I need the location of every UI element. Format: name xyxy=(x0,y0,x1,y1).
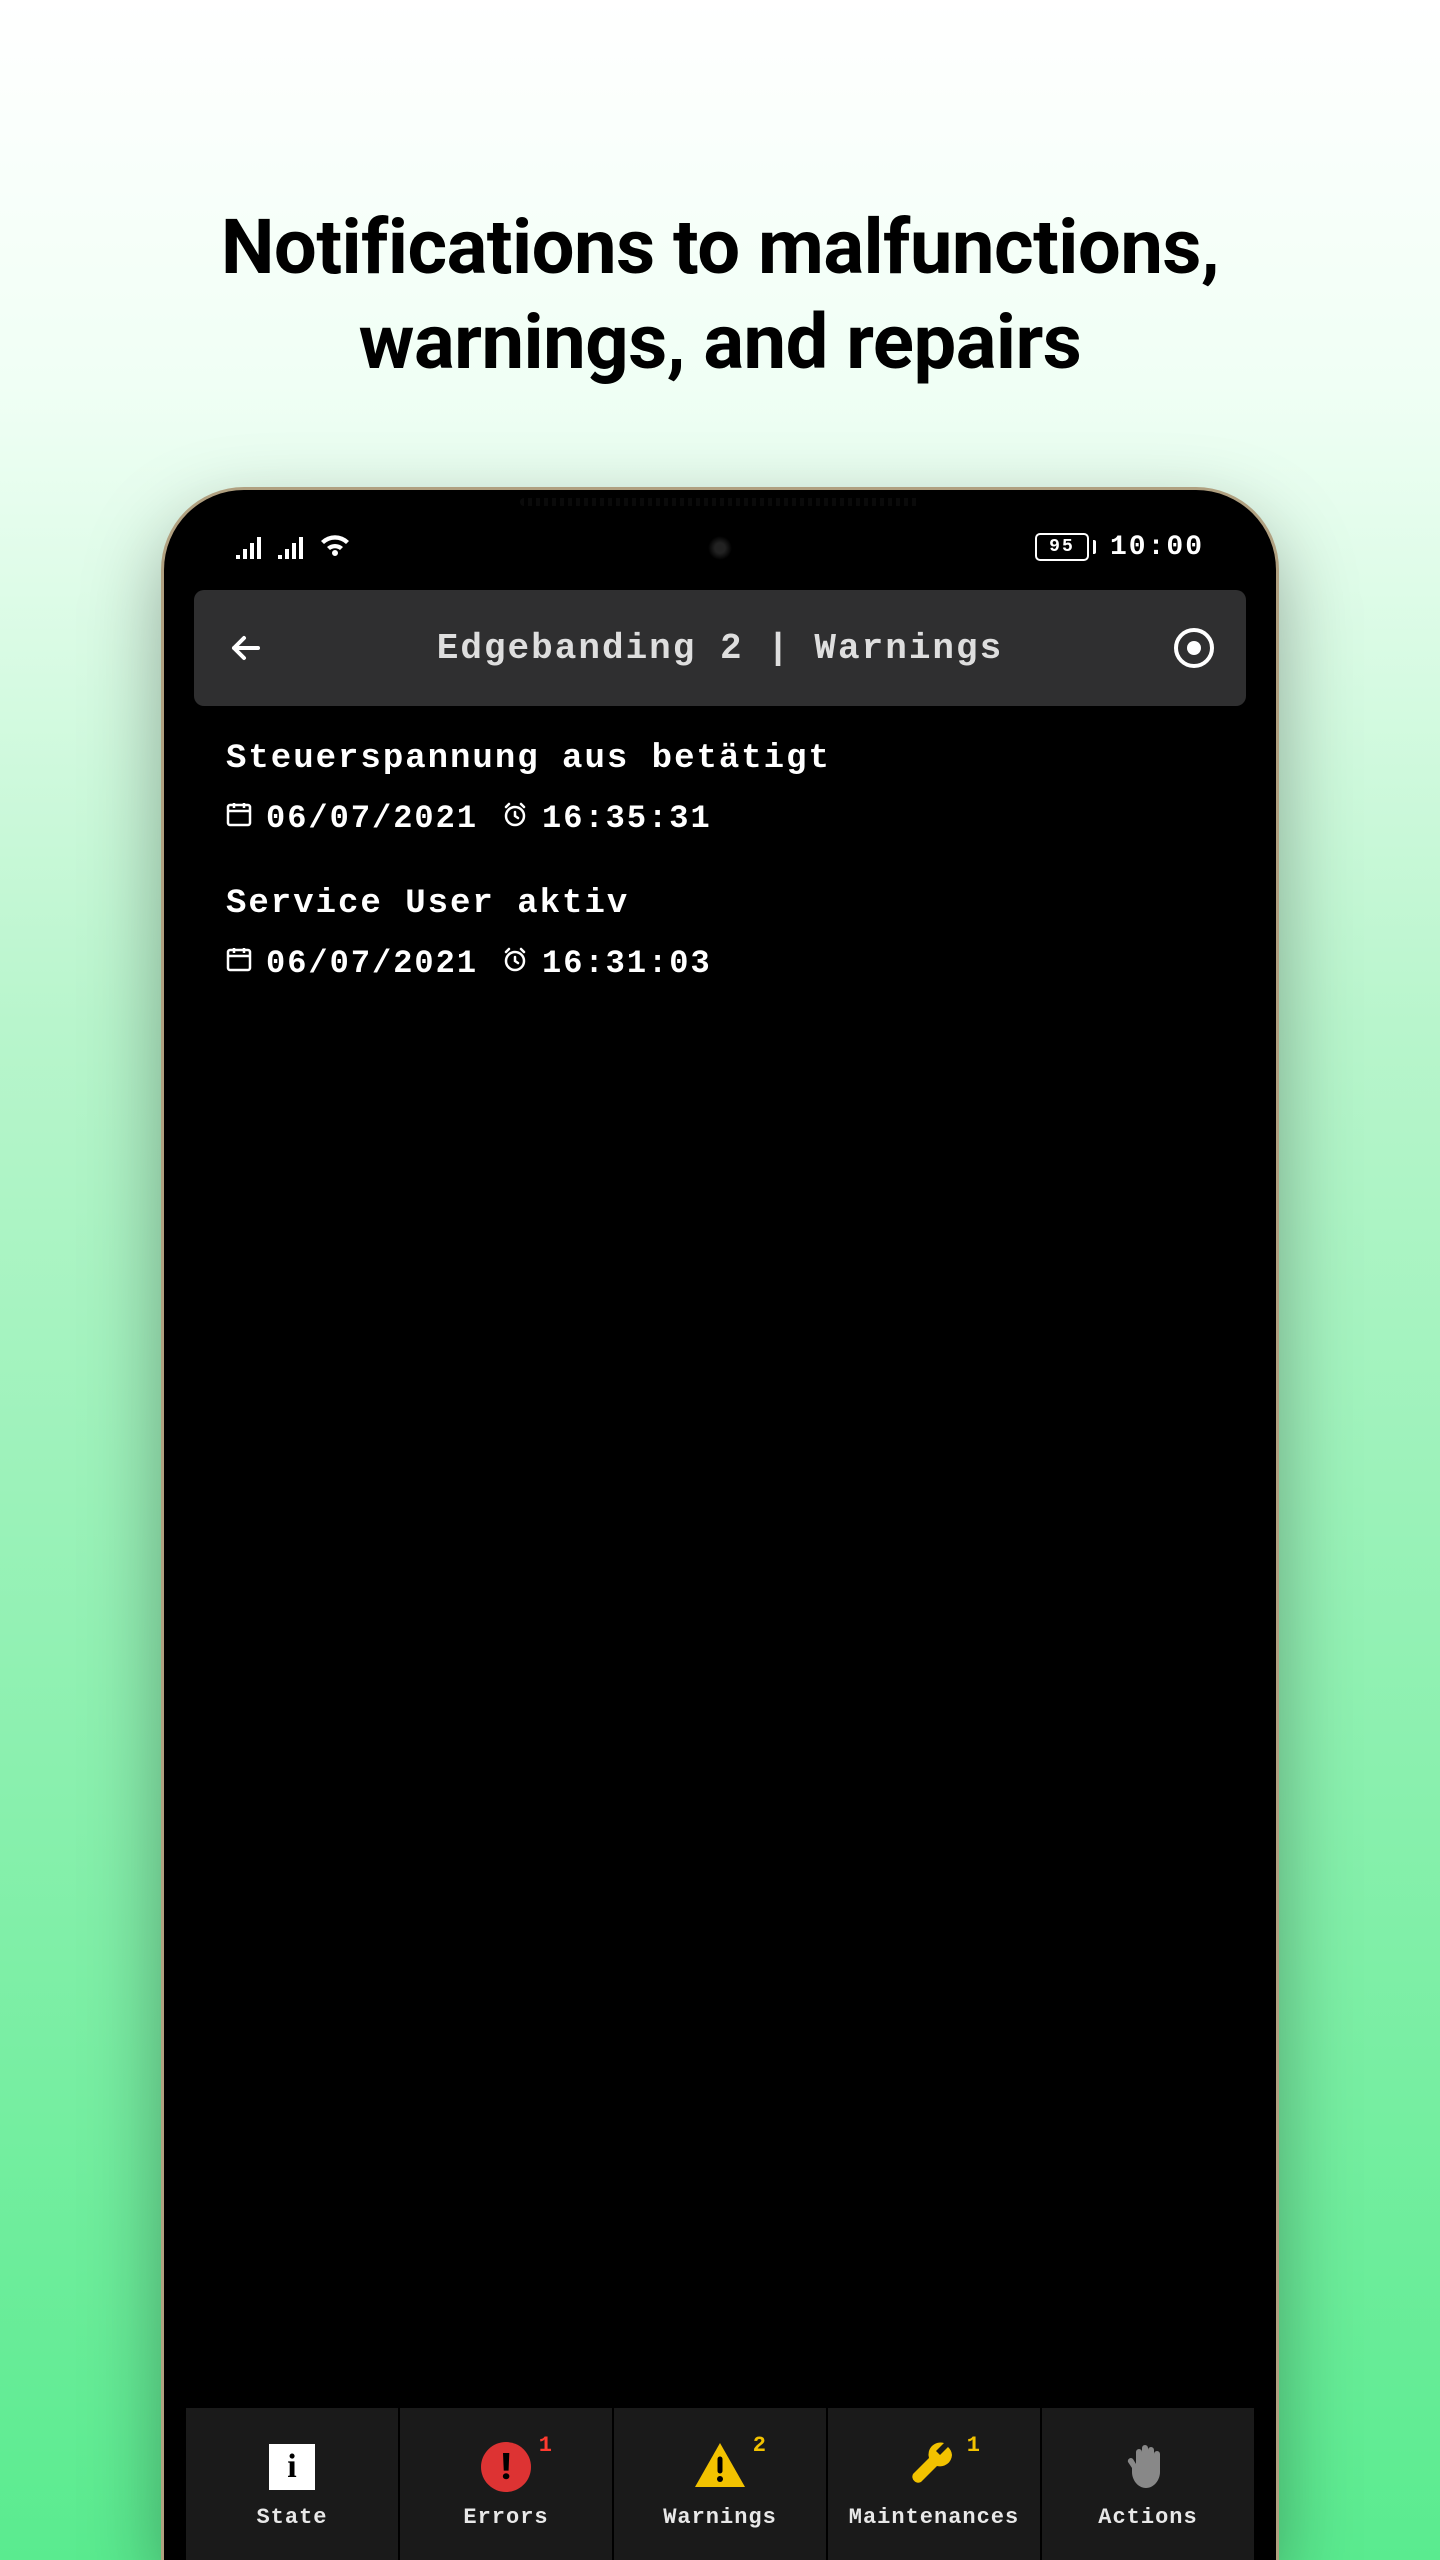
nav-label: Actions xyxy=(1098,2505,1197,2530)
promo-line2: warnings, and repairs xyxy=(0,295,1440,390)
phone-speaker xyxy=(520,498,920,506)
promo-line1: Notifications to malfunctions, xyxy=(0,200,1440,295)
error-icon: ! xyxy=(481,2442,531,2492)
nav-label: Errors xyxy=(463,2505,548,2530)
nav-warnings[interactable]: 2 Warnings xyxy=(614,2408,828,2560)
signal-icon xyxy=(236,535,264,559)
phone-frame: 95 10:00 Edgebanding 2 | Warnings Steuer… xyxy=(164,490,1276,2560)
hand-icon xyxy=(1124,2440,1172,2494)
target-button[interactable] xyxy=(1170,624,1218,672)
back-button[interactable] xyxy=(222,624,270,672)
phone-camera xyxy=(708,536,732,560)
nav-label: Maintenances xyxy=(849,2505,1019,2530)
notification-list: Steuerspannung aus betätigt 06/07/2021 xyxy=(186,706,1254,1064)
wifi-icon xyxy=(320,535,350,559)
badge-count: 2 xyxy=(753,2433,766,2458)
wrench-icon xyxy=(908,2439,960,2495)
notification-title: Service User aktiv xyxy=(226,885,1214,923)
nav-state[interactable]: i State xyxy=(186,2408,400,2560)
target-icon xyxy=(1172,626,1216,670)
nav-errors[interactable]: ! 1 Errors xyxy=(400,2408,614,2560)
header-title: Edgebanding 2 | Warnings xyxy=(290,628,1150,669)
notification-date: 06/07/2021 xyxy=(266,945,478,982)
clock-icon xyxy=(502,800,528,837)
battery-level: 95 xyxy=(1049,537,1075,557)
clock-icon xyxy=(502,945,528,982)
nav-actions[interactable]: Actions xyxy=(1042,2408,1254,2560)
signal-icon-2 xyxy=(278,535,306,559)
app-header: Edgebanding 2 | Warnings xyxy=(194,590,1246,706)
nav-label: Warnings xyxy=(663,2505,777,2530)
warning-icon xyxy=(693,2441,747,2493)
arrow-left-icon xyxy=(226,628,266,668)
notification-item[interactable]: Service User aktiv 06/07/2021 xyxy=(226,885,1214,982)
notification-date: 06/07/2021 xyxy=(266,800,478,837)
status-time: 10:00 xyxy=(1110,532,1204,563)
info-icon: i xyxy=(269,2444,315,2490)
badge-count: 1 xyxy=(539,2433,552,2458)
phone-screen: 95 10:00 Edgebanding 2 | Warnings Steuer… xyxy=(186,512,1254,2560)
notification-time: 16:35:31 xyxy=(542,800,712,837)
notification-title: Steuerspannung aus betätigt xyxy=(226,740,1214,778)
nav-maintenances[interactable]: 1 Maintenances xyxy=(828,2408,1042,2560)
promo-title: Notifications to malfunctions, warnings,… xyxy=(0,0,1440,390)
badge-count: 1 xyxy=(967,2433,980,2458)
calendar-icon xyxy=(226,800,252,837)
nav-label: State xyxy=(256,2505,327,2530)
calendar-icon xyxy=(226,945,252,982)
notification-item[interactable]: Steuerspannung aus betätigt 06/07/2021 xyxy=(226,740,1214,837)
notification-time: 16:31:03 xyxy=(542,945,712,982)
battery-indicator: 95 xyxy=(1035,533,1096,561)
bottom-nav: i State ! 1 Errors 2 Warnings xyxy=(186,2408,1254,2560)
